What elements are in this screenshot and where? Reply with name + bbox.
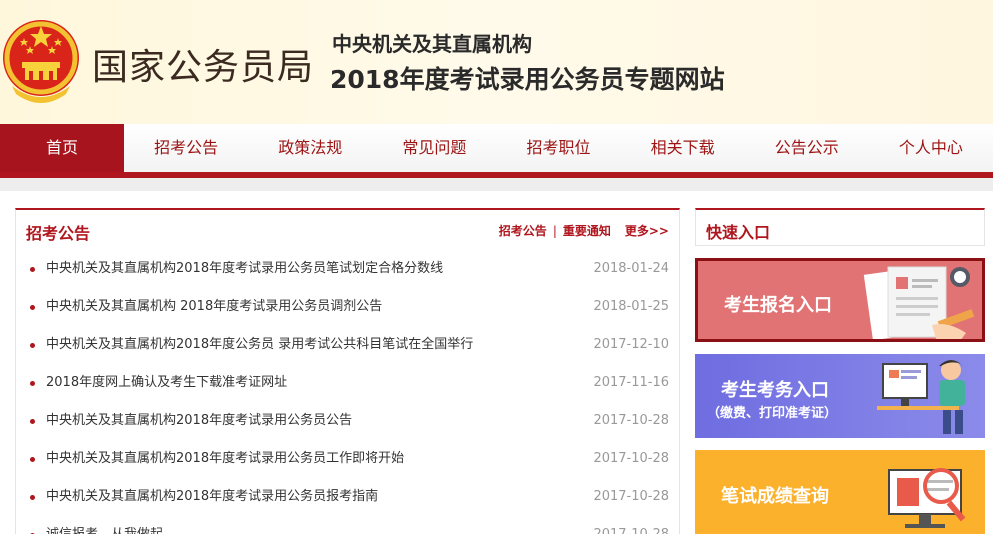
announcements-list: 中央机关及其直属机构2018年度考试录用公务员笔试划定合格分数线 2018-01-… <box>16 250 679 534</box>
list-item-date: 2018-01-25 <box>593 299 669 314</box>
magnifier-screen-icon <box>888 468 966 528</box>
list-item[interactable]: 中央机关及其直属机构2018年度考试录用公务员报考指南 2017-10-28 <box>16 478 679 516</box>
list-item[interactable]: 中央机关及其直属机构2018年度公务员 录用考试公共科目笔试在全国举行 2017-… <box>16 326 679 364</box>
score-query-entry-label: 笔试成绩查询 <box>721 486 829 507</box>
nav-item-home[interactable]: 首页 <box>0 124 125 172</box>
nav-item-faq[interactable]: 常见问题 <box>372 124 496 172</box>
national-emblem-icon <box>3 20 79 103</box>
link-announcements[interactable]: 招考公告 <box>499 222 547 239</box>
register-entry-button[interactable]: 考生报名入口 <box>695 258 985 342</box>
list-item-date: 2017-10-28 <box>593 489 669 504</box>
nav-item-announcements[interactable]: 招考公告 <box>124 124 248 172</box>
link-separator: | <box>552 223 557 238</box>
nav-shadow-strip <box>0 178 993 191</box>
list-item-title[interactable]: 中央机关及其直属机构2018年度考试录用公务员笔试划定合格分数线 <box>46 250 443 288</box>
site-header: 国家公务员局 中央机关及其直属机构 2018年度考试录用公务员专题网站 <box>0 0 993 124</box>
nav-item-personal-center[interactable]: 个人中心 <box>869 124 993 172</box>
list-item[interactable]: 中央机关及其直属机构2018年度考试录用公务员工作即将开始 2017-10-28 <box>16 440 679 478</box>
list-item-title[interactable]: 诚信报考，从我做起 <box>46 516 163 534</box>
site-subtitle-line1: 中央机关及其直属机构 <box>332 32 532 56</box>
score-query-entry-button[interactable]: 笔试成绩查询 <box>695 450 985 534</box>
org-name: 国家公务员局 <box>92 47 315 88</box>
exam-affairs-entry-button[interactable]: 考生考务入口 （缴费、打印准考证） <box>695 354 985 438</box>
announcements-title: 招考公告 <box>26 224 91 243</box>
bullet-icon <box>30 305 35 310</box>
bullet-icon <box>30 495 35 500</box>
list-item-date: 2017-12-10 <box>593 337 669 352</box>
list-item-date: 2017-10-28 <box>593 451 669 466</box>
list-item-date: 2017-10-28 <box>593 516 669 534</box>
list-item-title[interactable]: 中央机关及其直属机构2018年度考试录用公务员公告 <box>46 402 352 440</box>
exam-affairs-entry-sublabel: （缴费、打印准考证） <box>707 406 838 421</box>
list-item-date: 2018-01-24 <box>593 261 669 276</box>
application-form-icon <box>863 266 975 339</box>
nav-item-public-notices[interactable]: 公告公示 <box>745 124 869 172</box>
exam-affairs-entry-label: 考生考务入口 <box>721 380 829 401</box>
link-more[interactable]: 更多>> <box>625 222 669 239</box>
bullet-icon <box>30 381 35 386</box>
quick-entry-header: 快速入口 <box>695 208 985 246</box>
list-item-title[interactable]: 中央机关及其直属机构2018年度公务员 录用考试公共科目笔试在全国举行 <box>46 326 473 364</box>
list-item-date: 2017-11-16 <box>593 375 669 390</box>
nav-item-policies[interactable]: 政策法规 <box>248 124 372 172</box>
list-item[interactable]: 诚信报考，从我做起 2017-10-28 <box>16 516 679 534</box>
list-item[interactable]: 2018年度网上确认及考生下载准考证网址 2017-11-16 <box>16 364 679 402</box>
register-entry-label: 考生报名入口 <box>724 295 832 316</box>
nav-item-downloads[interactable]: 相关下载 <box>621 124 745 172</box>
list-item-title[interactable]: 中央机关及其直属机构 2018年度考试录用公务员调剂公告 <box>46 288 382 326</box>
main-nav: 首页 招考公告 政策法规 常见问题 招考职位 相关下载 公告公示 个人中心 <box>0 124 993 172</box>
bullet-icon <box>30 343 35 348</box>
list-item[interactable]: 中央机关及其直属机构 2018年度考试录用公务员调剂公告 2018-01-25 <box>16 288 679 326</box>
nav-item-positions[interactable]: 招考职位 <box>497 124 621 172</box>
list-item-title[interactable]: 2018年度网上确认及考生下载准考证网址 <box>46 364 287 402</box>
bullet-icon <box>30 419 35 424</box>
list-item[interactable]: 中央机关及其直属机构2018年度考试录用公务员公告 2017-10-28 <box>16 402 679 440</box>
list-item-title[interactable]: 中央机关及其直属机构2018年度考试录用公务员工作即将开始 <box>46 440 404 478</box>
computer-user-icon <box>877 360 965 434</box>
bullet-icon <box>30 457 35 462</box>
announcements-links: 招考公告 | 重要通知 更多>> <box>499 222 669 239</box>
site-subtitle-line2: 2018年度考试录用公务员专题网站 <box>330 65 725 94</box>
list-item[interactable]: 中央机关及其直属机构2018年度考试录用公务员笔试划定合格分数线 2018-01-… <box>16 250 679 288</box>
bullet-icon <box>30 267 35 272</box>
list-item-title[interactable]: 中央机关及其直属机构2018年度考试录用公务员报考指南 <box>46 478 378 516</box>
announcements-panel: 招考公告 招考公告 | 重要通知 更多>> 中央机关及其直属机构2018年度考试… <box>15 208 680 534</box>
link-important-notices[interactable]: 重要通知 <box>563 222 611 239</box>
list-item-date: 2017-10-28 <box>593 413 669 428</box>
quick-entry-title: 快速入口 <box>706 223 771 242</box>
